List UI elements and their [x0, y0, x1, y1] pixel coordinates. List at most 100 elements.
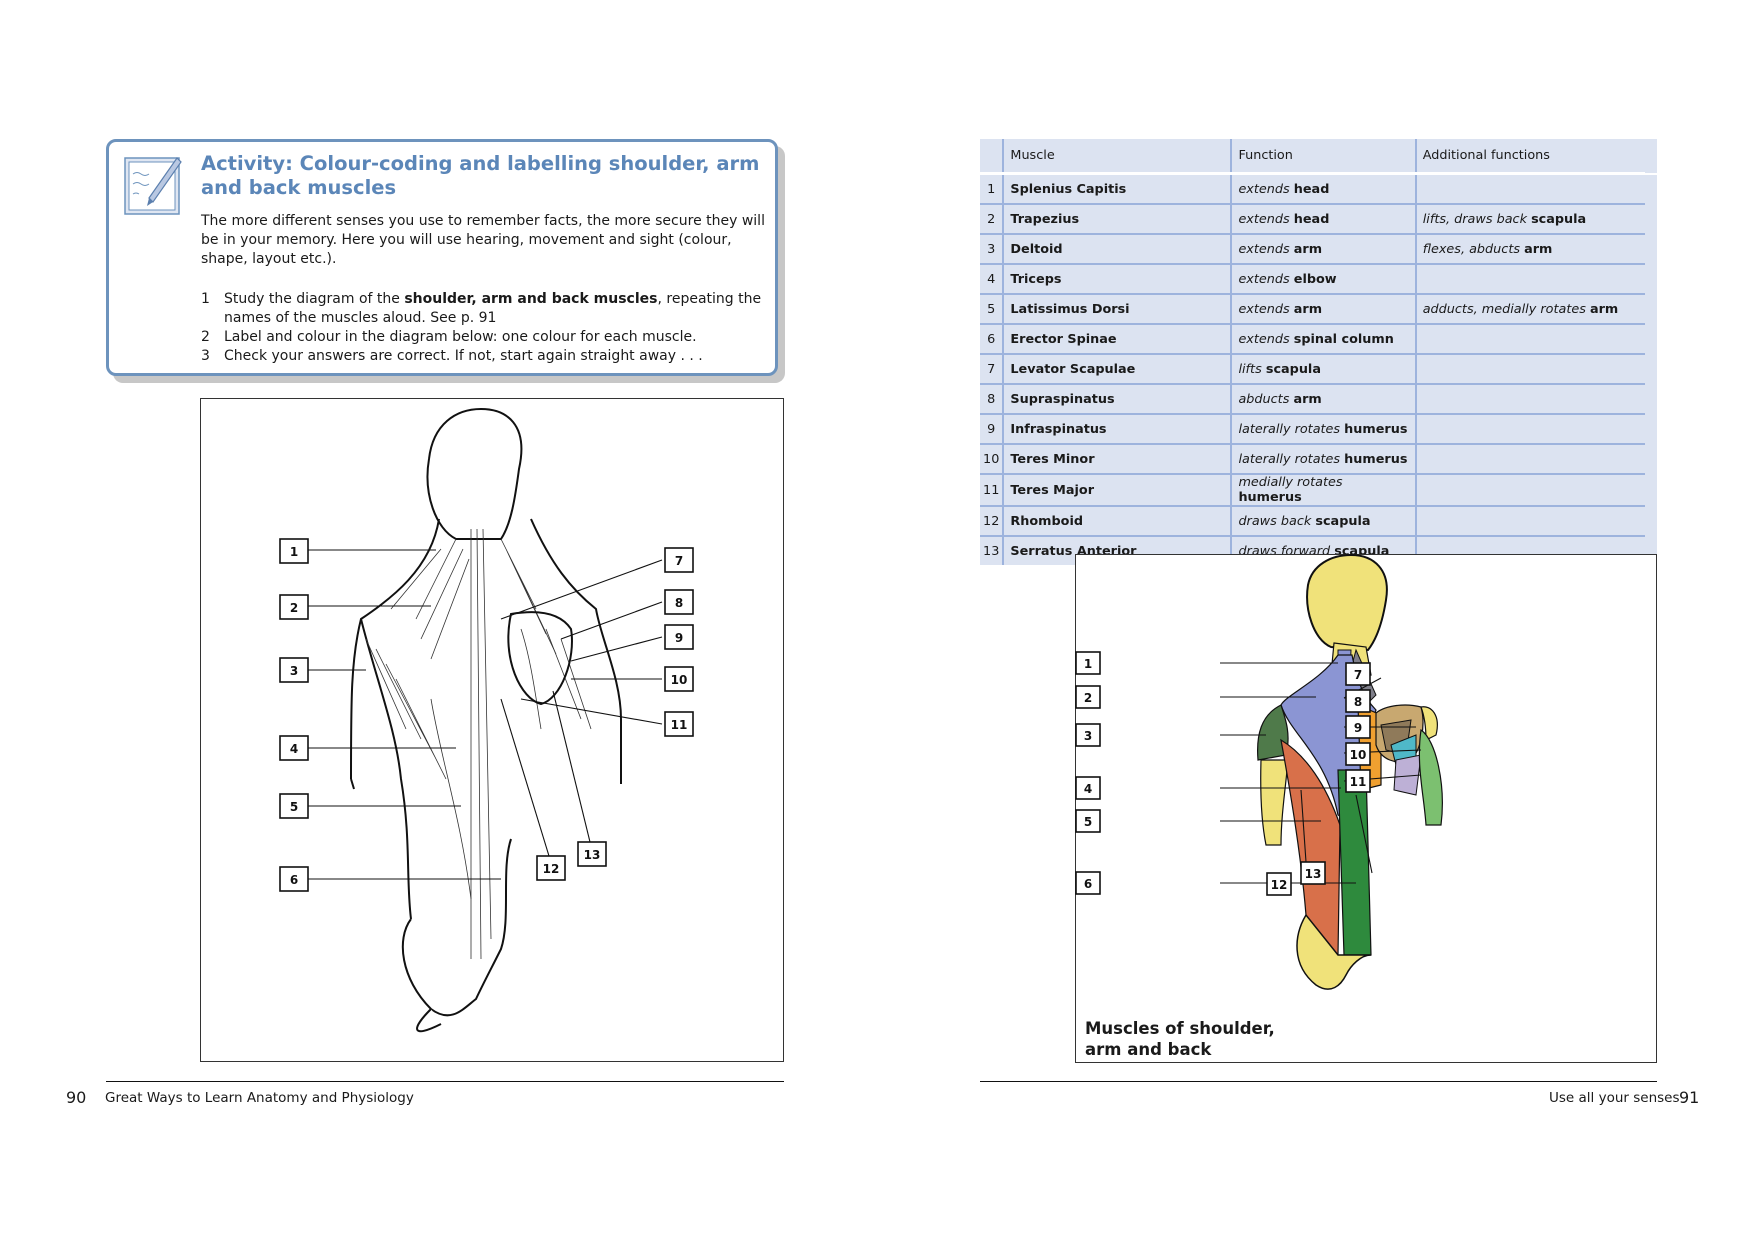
footer-rule [980, 1081, 1657, 1082]
label-4[interactable]: 4 [1075, 776, 1101, 800]
additional-function [1415, 443, 1645, 474]
label-9[interactable]: 9 [664, 624, 694, 650]
muscle-function: extends arm [1231, 293, 1417, 324]
svg-text:1: 1 [290, 545, 298, 559]
header-function: Function [1231, 139, 1417, 175]
label-6[interactable]: 6 [279, 866, 309, 892]
muscle-name: Infraspinatus [1003, 413, 1233, 444]
table-row: 8 Supraspinatus abducts arm [980, 383, 1657, 414]
row-number: 10 [980, 443, 1005, 474]
label-1[interactable]: 1 [279, 538, 309, 564]
coloured-muscle-diagram-frame: 1 2 3 4 5 6 7 8 9 10 11 12 13 [1075, 553, 1657, 1063]
row-number: 2 [980, 203, 1005, 234]
row-number: 8 [980, 383, 1005, 414]
muscle-name: Supraspinatus [1003, 383, 1233, 414]
table-row: 11 Teres Major medially rotates humerus [980, 473, 1657, 506]
svg-text:9: 9 [1354, 721, 1362, 735]
muscle-function: extends arm [1231, 233, 1417, 264]
notepad-pen-icon [124, 157, 182, 215]
label-3[interactable]: 3 [279, 657, 309, 683]
additional-function [1415, 505, 1645, 536]
muscle-name: Deltoid [1003, 233, 1233, 264]
activity-title: Activity: Colour-coding and labelling sh… [201, 152, 760, 199]
svg-text:11: 11 [671, 718, 688, 732]
muscle-function: abducts arm [1231, 383, 1417, 414]
header-num [980, 139, 1005, 175]
additional-function: flexes, abducts arm [1415, 233, 1645, 264]
svg-text:7: 7 [675, 554, 683, 568]
label-2[interactable]: 2 [1075, 685, 1101, 709]
label-10[interactable]: 10 [664, 666, 694, 692]
svg-text:4: 4 [1084, 782, 1092, 796]
muscle-function: draws back scapula [1231, 505, 1417, 536]
table-row: 10 Teres Minor laterally rotates humerus [980, 443, 1657, 474]
blank-muscle-diagram-frame: 1 2 3 4 5 6 7 8 9 10 11 12 13 [200, 398, 784, 1062]
additional-function: lifts, draws back scapula [1415, 203, 1645, 234]
page-number: 91 [1679, 1088, 1700, 1107]
svg-text:4: 4 [290, 742, 298, 756]
blank-muscle-diagram: 1 2 3 4 5 6 7 8 9 10 11 12 13 [279, 407, 694, 1033]
svg-text:10: 10 [1350, 748, 1367, 762]
svg-text:2: 2 [290, 601, 298, 615]
svg-text:5: 5 [290, 800, 298, 814]
label-5[interactable]: 5 [1075, 809, 1101, 833]
label-10[interactable]: 10 [1345, 742, 1371, 766]
svg-text:13: 13 [1305, 867, 1322, 881]
table-row: 12 Rhomboid draws back scapula [980, 505, 1657, 536]
header-additional: Additional functions [1415, 139, 1645, 175]
footer-rule [106, 1081, 784, 1082]
row-number: 13 [980, 535, 1005, 565]
label-3[interactable]: 3 [1075, 723, 1101, 747]
label-13[interactable]: 13 [1300, 861, 1326, 885]
coloured-muscle-diagram: 1 2 3 4 5 6 7 8 9 10 11 12 13 [1075, 553, 1443, 990]
additional-function [1415, 383, 1645, 414]
table-row: 3 Deltoid extends arm flexes, abducts arm [980, 233, 1657, 264]
svg-text:8: 8 [1354, 695, 1362, 709]
label-7[interactable]: 7 [664, 547, 694, 573]
label-6[interactable]: 6 [1075, 871, 1101, 895]
muscle-name: Triceps [1003, 263, 1233, 294]
row-number: 6 [980, 323, 1005, 354]
label-2[interactable]: 2 [279, 594, 309, 620]
svg-text:6: 6 [290, 873, 298, 887]
muscle-function: extends head [1231, 172, 1417, 204]
svg-text:3: 3 [290, 664, 298, 678]
label-7[interactable]: 7 [1345, 662, 1371, 686]
additional-function [1415, 263, 1645, 294]
table-row: 5 Latissimus Dorsi extends arm adducts, med… [980, 293, 1657, 324]
svg-text:12: 12 [543, 862, 560, 876]
muscle-name: Levator Scapulae [1003, 353, 1233, 384]
label-9[interactable]: 9 [1345, 715, 1371, 739]
svg-text:11: 11 [1350, 775, 1367, 789]
activity-box: Activity: Colour-coding and labelling sh… [106, 139, 778, 376]
muscle-name: Rhomboid [1003, 505, 1233, 536]
muscle-function: medially rotates humerus [1231, 473, 1417, 506]
label-4[interactable]: 4 [279, 735, 309, 761]
row-number: 12 [980, 505, 1005, 536]
additional-function [1415, 413, 1645, 444]
muscle-function-table: Muscle Function Additional functions 1 Sp… [980, 139, 1657, 565]
label-13[interactable]: 13 [577, 841, 607, 867]
row-number: 7 [980, 353, 1005, 384]
label-5[interactable]: 5 [279, 793, 309, 819]
running-head: Use all your senses [1549, 1090, 1680, 1106]
label-8[interactable]: 8 [1345, 689, 1371, 713]
svg-text:1: 1 [1084, 657, 1092, 671]
row-number: 4 [980, 263, 1005, 294]
additional-function [1415, 473, 1645, 506]
muscle-function: extends spinal column [1231, 323, 1417, 354]
additional-function [1415, 323, 1645, 354]
label-8[interactable]: 8 [664, 589, 694, 615]
label-12[interactable]: 12 [1266, 872, 1292, 896]
svg-text:7: 7 [1354, 668, 1362, 682]
label-11[interactable]: 11 [664, 711, 694, 737]
table-row: 9 Infraspinatus laterally rotates humerus [980, 413, 1657, 444]
svg-text:5: 5 [1084, 815, 1092, 829]
activity-steps: 1 Study the diagram of the shoulder, arm… [201, 290, 771, 366]
page-number: 90 [66, 1088, 87, 1107]
label-11[interactable]: 11 [1345, 769, 1371, 793]
label-1[interactable]: 1 [1075, 651, 1101, 675]
activity-intro: The more different senses you use to rem… [201, 213, 765, 267]
label-12[interactable]: 12 [536, 855, 566, 881]
diagram-caption: Muscles of shoulder, arm and back [1085, 1019, 1275, 1059]
